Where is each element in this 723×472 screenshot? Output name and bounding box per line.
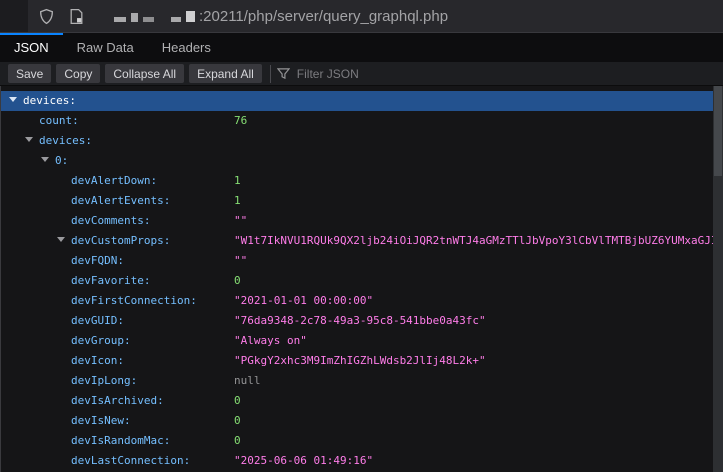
json-key: devCustomProps: [71,234,170,247]
json-key: devices: [23,94,76,107]
json-value: "" [234,211,713,231]
json-row-devAlertEvents[interactable]: devAlertEvents: 1 [1,191,713,211]
copy-button[interactable]: Copy [56,64,100,83]
tab-json[interactable]: JSON [0,33,63,62]
json-row-devGroup[interactable]: devGroup: "Always on" [1,331,713,351]
json-toolbar: Save Copy Collapse All Expand All Filter JS… [0,62,723,86]
json-row-devGUID[interactable]: devGUID: "76da9348-2c78-49a3-95c8-541bbe0… [1,311,713,331]
json-value: 76 [234,111,713,131]
json-value: "" [234,251,713,271]
toolbar-separator [270,65,271,83]
json-value: null [234,371,713,391]
json-value: "76da9348-2c78-49a3-95c8-541bbe0a43fc" [234,311,713,331]
filter-json-input[interactable]: Filter JSON [277,67,359,81]
json-row-devFavorite[interactable]: devFavorite: 0 [1,271,713,291]
json-tree-panel: devices: count: 76 devices: 0:devAlertDown: 1… [0,86,723,472]
json-row-devLastConnection[interactable]: devLastConnection: "2025-06-06 01:49:16" [1,451,713,471]
expander-arrow-icon[interactable] [25,131,39,151]
json-row-0[interactable]: 0: [1,151,713,171]
save-button[interactable]: Save [8,64,51,83]
funnel-icon [277,67,290,80]
json-key: devLastConnection: [71,454,190,467]
json-key: devComments: [71,214,150,227]
json-value: 1 [234,171,713,191]
json-row-devIcon[interactable]: devIcon: "PGkgY2xhc3M9ImZhIGZhLWdsb2JlIj4… [1,351,713,371]
expander-arrow-icon[interactable] [41,151,55,171]
json-value: 0 [234,411,713,431]
tab-headers[interactable]: Headers [148,33,225,62]
collapse-all-button[interactable]: Collapse All [105,64,184,83]
json-row-devAlertDown[interactable]: devAlertDown: 1 [1,171,713,191]
json-value: 1 [234,191,713,211]
filter-json-placeholder: Filter JSON [297,67,359,81]
expander-arrow-icon[interactable] [57,231,71,251]
json-value: 0 [234,271,713,291]
json-row-devIsRandomMac[interactable]: devIsRandomMac: 0 [1,431,713,451]
json-value: 0 [234,391,713,411]
json-value: "Always on" [234,331,713,351]
url-text: :20211/php/server/query_graphql.php [199,8,448,25]
json-key: devGroup: [71,334,131,347]
json-row-devComments[interactable]: devComments: "" [1,211,713,231]
json-value: "2021-01-01 00:00:00" [234,291,713,311]
json-key: devFavorite: [71,274,150,287]
json-row-count[interactable]: count: 76 [1,111,713,131]
shield-icon[interactable] [38,8,55,25]
json-key: devices: [39,134,92,147]
json-row-devIpLong[interactable]: devIpLong: null [1,371,713,391]
json-key: devIsNew: [71,414,131,427]
json-row-devIsNew[interactable]: devIsNew: 0 [1,411,713,431]
json-key: devFirstConnection: [71,294,197,307]
json-row-devices[interactable]: devices: [1,91,713,111]
json-key: count: [39,114,79,127]
json-key: devAlertEvents: [71,194,170,207]
json-key: devFQDN: [71,254,124,267]
redacted-host [114,11,195,22]
json-key: devIsArchived: [71,394,164,407]
json-row-devFQDN[interactable]: devFQDN: "" [1,251,713,271]
url-bar: :20211/php/server/query_graphql.php [0,0,723,32]
json-value: 0 [234,431,713,451]
json-key: 0: [55,154,68,167]
expand-all-button[interactable]: Expand All [189,64,262,83]
json-key: devGUID: [71,314,124,327]
json-key: devAlertDown: [71,174,157,187]
json-row-devices[interactable]: devices: [1,131,713,151]
json-key: devIsRandomMac: [71,434,170,447]
json-row-devIsArchived[interactable]: devIsArchived: 0 [1,391,713,411]
scrollbar-thumb[interactable] [714,86,722,176]
page-info-icon[interactable] [69,8,84,25]
json-value: "2025-06-06 01:49:16" [234,451,713,471]
url-field[interactable]: :20211/php/server/query_graphql.php [28,0,723,32]
json-row-devCustomProps[interactable]: devCustomProps: "W1t7IkNVU1RQUk9QX2ljb24i… [1,231,713,251]
viewer-tab-bar: JSONRaw DataHeaders [0,32,723,62]
json-key: devIpLong: [71,374,137,387]
vertical-scrollbar[interactable] [713,86,723,472]
json-key: devIcon: [71,354,124,367]
json-value: "W1t7IkNVU1RQUk9QX2ljb24iOiJQR2tnWTJ4aGM… [234,231,713,251]
json-row-devFirstConnection[interactable]: devFirstConnection: "2021-01-01 00:00:00" [1,291,713,311]
tab-raw-data[interactable]: Raw Data [63,33,148,62]
json-value: "PGkgY2xhc3M9ImZhIGZhLWdsb2JlIj48L2k+" [234,351,713,371]
expander-arrow-icon[interactable] [9,91,23,111]
